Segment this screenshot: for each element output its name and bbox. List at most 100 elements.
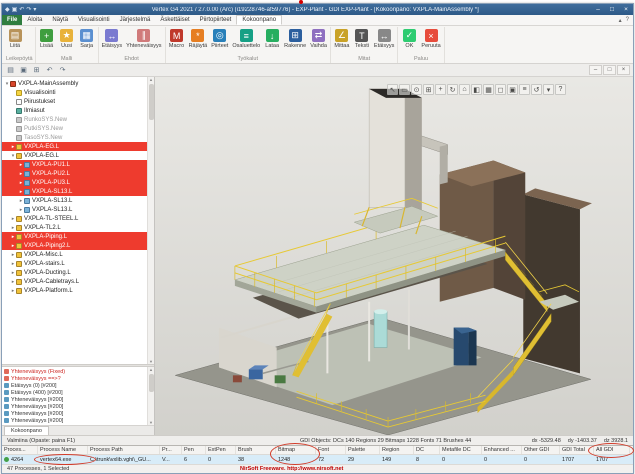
save-doc-icon[interactable]: ▣ [18,65,29,75]
gdiview-row[interactable]: 4264 vertex64.exeC:\trunk\vxlib.vghi\_GU… [2,455,633,464]
gdiview-column-header[interactable]: GDI Total [560,446,594,454]
wireframe-icon[interactable]: ▦ [483,84,494,95]
add-component-button[interactable]: +Lisää [38,28,56,50]
gdiview-column-header[interactable]: Palette [346,446,380,454]
tree-item[interactable]: Piirustukset [2,97,154,106]
measure-distance-button[interactable]: ↔Etäisyys [373,28,395,50]
constraint-item[interactable]: Yhteneväisyys [#200] [2,417,154,424]
gdiview-column-header[interactable]: Enhanced ... [482,446,522,454]
maximize-button[interactable]: □ [605,4,619,15]
tree-item[interactable]: ▸ VXPLA-PU1.L [2,160,154,169]
constraint-item[interactable]: Etäisyys (0) [#200] [2,382,154,389]
zoom-window-icon[interactable]: ⊞ [423,84,434,95]
ribbon-tab[interactable]: Äskettäiset [155,15,194,25]
ribbon-tab[interactable]: File [2,15,22,25]
ribbon-tab[interactable]: Aloita [22,15,47,25]
macro-button[interactable]: MMacro [168,28,186,50]
tree-item[interactable]: ▸ VXPLA-SL13.L [2,196,154,205]
text-button[interactable]: TTeksti [353,28,371,50]
select-icon[interactable]: ↖ [387,84,398,95]
close-button[interactable]: × [619,4,633,15]
tree-item[interactable]: ▸ VXPLA-Misc.L [2,250,154,259]
constraint-item[interactable]: Etäisyys (400) [#200] [2,389,154,396]
swap-button[interactable]: ⇄Vaihda [309,28,328,50]
help-icon[interactable]: ? [626,17,629,23]
ribbon-tab[interactable]: Järjestelmä [115,15,156,25]
scrollbar-thumb[interactable] [149,84,154,120]
tree-item[interactable]: ▸ VXPLA-Ducting.L [2,268,154,277]
tree-item[interactable]: ▸ VXPLA-TL2.L [2,223,154,232]
shading-icon[interactable]: ◧ [471,84,482,95]
structure-button[interactable]: ⊞Rakenne [283,28,307,50]
tree-item[interactable]: ▸ VXPLA-Platform.L [2,286,154,295]
tree-item[interactable]: ▸ VXPLA-SL13.L [2,187,154,196]
gdiview-column-header[interactable]: Proces... [2,446,38,454]
gdiview-column-header[interactable]: Process Path [88,446,160,454]
redo-small-icon[interactable]: ↷ [57,65,68,75]
tree-item[interactable]: ▸ VXPLA-TL-STEEL.L [2,214,154,223]
gdiview-column-header[interactable]: Font [316,446,346,454]
collapse-ribbon-icon[interactable]: ▴ [619,17,622,24]
load-button[interactable]: ↓Lataa [263,28,281,50]
pane-tab-kokoonpano[interactable]: Kokoonpano [4,426,49,435]
gdiview-column-header[interactable]: Bitmap [276,446,316,454]
gdiview-column-header[interactable]: ExtPen [206,446,236,454]
ribbon-tab[interactable]: Kokoonpano [236,15,282,25]
undo-small-icon[interactable]: ↶ [44,65,55,75]
ok-button[interactable]: ✓OK [400,28,418,50]
constraint-item[interactable]: Yhteneväisyys ==>? [2,375,154,382]
tree-item[interactable]: Visualisointi [2,88,154,97]
doc-close-button[interactable]: × [617,65,630,75]
zoom-icon[interactable]: ⊙ [411,84,422,95]
grid-icon[interactable]: ⊞ [31,65,42,75]
tree-item[interactable]: RunkoSYS.New [2,115,154,124]
constraint-item[interactable]: Yhteneväisyys [#200] [2,410,154,417]
measure-button[interactable]: ∠Mittaa [333,28,351,50]
tree-item[interactable]: Ilmiasut [2,106,154,115]
tree-item[interactable]: ▸ VXPLA-PU2.L [2,169,154,178]
pan-icon[interactable]: + [435,84,446,95]
scrollbar-thumb[interactable] [149,374,154,392]
scroll-down-icon[interactable]: ▼ [149,359,153,364]
save-icon[interactable]: ▣ [12,7,18,13]
minimize-button[interactable]: – [591,4,605,15]
fence-select-icon[interactable]: ▭ [399,84,410,95]
3d-viewport[interactable]: ↖▭⊙⊞+↻⌂◧▦◻▣≡↺▾? [155,77,633,435]
tree-item[interactable]: ▾ VXPLA-EG.L [2,151,154,160]
paste-button[interactable]: ▤Liitä [6,28,24,50]
view-menu-icon[interactable]: ▾ [543,84,554,95]
hidden-edges-icon[interactable]: ◻ [495,84,506,95]
gdiview-column-header[interactable]: Region [380,446,414,454]
gdiview-column-header[interactable]: All GDI [594,446,630,454]
ribbon-tab[interactable]: Piirtopiirteet [195,15,237,25]
part-list-button[interactable]: ≡Osaluettelo [231,28,261,50]
explode-button[interactable]: *Räjäytä [188,28,209,50]
nirsoft-banner[interactable]: NirSoft Freeware. http://www.nirsoft.net [240,466,343,472]
tree-item[interactable]: ▸ VXPLA-Cabletrays.L [2,277,154,286]
constraint-item[interactable]: Yhteneväisyys (Fixed) [2,368,154,375]
constraint-scrollbar[interactable]: ▲▼ [147,367,154,425]
undo-icon[interactable]: ↶ [19,7,24,13]
gdiview-column-header[interactable]: Pr... [160,446,182,454]
gdiview-column-header[interactable]: Metafile DC [440,446,482,454]
ribbon-tab[interactable]: Näytä [47,15,73,25]
constraint-item[interactable]: Yhteneväisyys [#200] [2,396,154,403]
customize-qat-icon[interactable]: ▾ [33,7,36,13]
coincidence-constraint-button[interactable]: ∥Yhteneväisyys [125,28,162,50]
app-icon[interactable]: ◆ [5,7,10,13]
array-button[interactable]: ▦Sarja [78,28,96,50]
distance-constraint-button[interactable]: ↔Etäisyys [101,28,123,50]
gdiview-column-header[interactable]: Process Name [38,446,88,454]
new-component-button[interactable]: ★Uusi [58,28,76,50]
tree-item[interactable]: ▾ VXPLA-MainAssembly [2,79,154,88]
gdiview-column-header[interactable]: Pen [182,446,206,454]
tree-item[interactable]: ▸ VXPLA-PU3.L [2,178,154,187]
viewport-help-icon[interactable]: ? [555,84,566,95]
doc-minimize-button[interactable]: – [589,65,602,75]
tree-item[interactable]: ▸ VXPLA-Piping.L [2,232,154,241]
features-button[interactable]: ◎Piirteet [210,28,229,50]
gdiview-column-header[interactable]: DC [414,446,440,454]
previous-view-icon[interactable]: ↺ [531,84,542,95]
home-view-icon[interactable]: ⌂ [459,84,470,95]
redo-icon[interactable]: ↷ [26,7,31,13]
